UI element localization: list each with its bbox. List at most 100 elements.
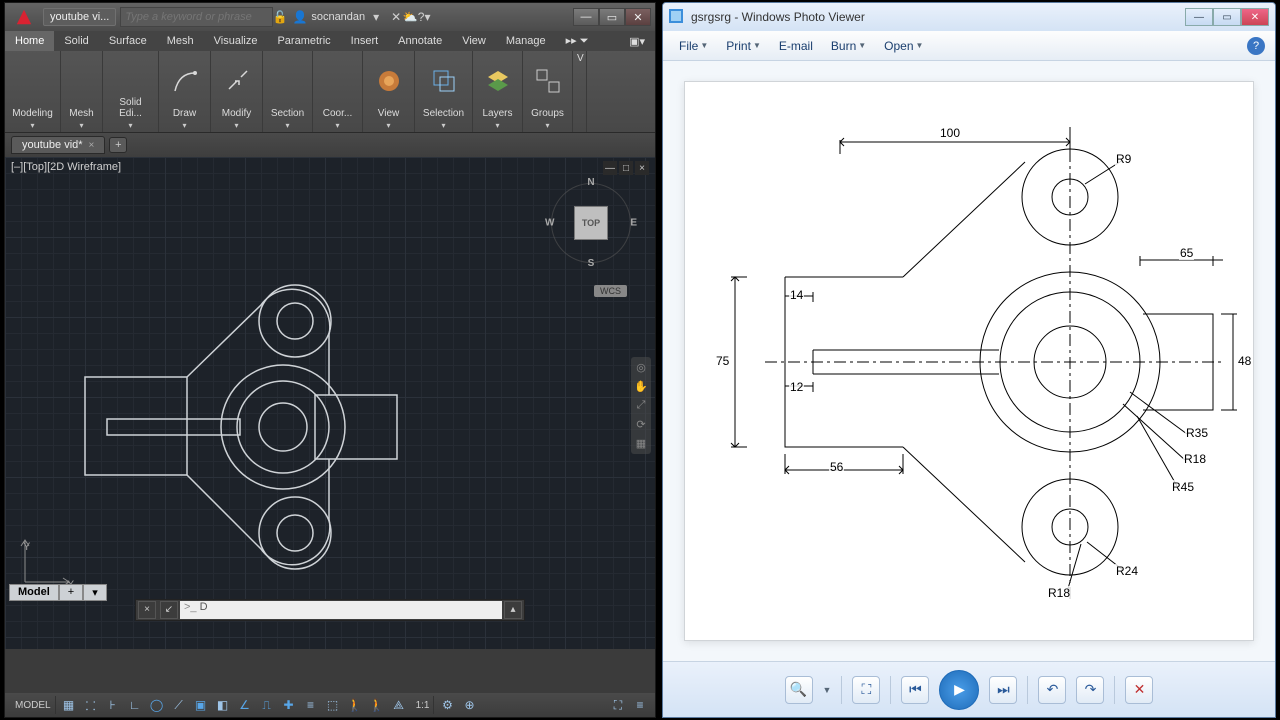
pv-maximize-button[interactable]: ▭ [1213, 8, 1241, 26]
search-icon[interactable]: 🔓 [273, 10, 287, 24]
sb-clean-icon[interactable]: ⛶ [609, 696, 627, 714]
sb-lwt-icon[interactable]: ≡ [302, 696, 320, 714]
pv-menu-print[interactable]: Print▼ [720, 37, 767, 55]
tab-surface[interactable]: Surface [99, 31, 157, 51]
cmd-close-icon[interactable]: × [138, 601, 156, 619]
document-tab[interactable]: youtube vid* × [11, 136, 105, 154]
maximize-button[interactable]: ▭ [599, 8, 625, 26]
minimize-button[interactable]: — [573, 8, 599, 26]
pv-next-button[interactable]: ⏭ [989, 676, 1017, 704]
close-button[interactable]: ✕ [625, 8, 651, 26]
exchange-icon[interactable]: ✕ [389, 10, 403, 24]
sb-tpy-icon[interactable]: ⬚ [324, 696, 342, 714]
tab-solid[interactable]: Solid [54, 31, 98, 51]
nav-pan-icon[interactable]: ✋ [634, 380, 648, 393]
command-line[interactable]: × ↙ >_ D ▴ [135, 599, 525, 621]
viewcube-south[interactable]: S [588, 258, 595, 269]
ribbon-collapse-button[interactable]: ▣▾ [619, 31, 655, 51]
panel-modeling[interactable]: Modeling▾ [5, 51, 61, 132]
vp-minimize-icon[interactable]: — [603, 161, 617, 175]
sb-3dosnap-icon[interactable]: ◧ [214, 696, 232, 714]
sb-iso-icon[interactable]: ⟋ [170, 696, 188, 714]
pv-prev-button[interactable]: ⏮ [901, 676, 929, 704]
viewcube-top-face[interactable]: TOP [574, 206, 608, 240]
autocad-logo-icon[interactable] [13, 6, 35, 28]
sb-polar-icon[interactable]: ◯ [148, 696, 166, 714]
panel-modify[interactable]: Modify▾ [211, 51, 263, 132]
viewcube-west[interactable]: W [545, 218, 554, 229]
viewcube-east[interactable]: E [630, 218, 637, 229]
layout-tab-model[interactable]: Model [9, 584, 59, 601]
viewport-label[interactable]: [–][Top][2D Wireframe] [11, 161, 121, 173]
pv-menu-file[interactable]: File▼ [673, 37, 714, 55]
sb-grid-icon[interactable]: ▦ [60, 696, 78, 714]
viewcube[interactable]: N S E W TOP [545, 177, 637, 269]
command-input[interactable]: >_ D [180, 601, 502, 619]
sb-model[interactable]: MODEL [11, 696, 56, 714]
vp-close-icon[interactable]: × [635, 161, 649, 175]
signed-in-user[interactable]: 👤 socnandan ▾ [293, 10, 383, 24]
sb-gear-icon[interactable]: ⚙ [438, 696, 456, 714]
panel-view[interactable]: View▾ [363, 51, 415, 132]
tab-manage[interactable]: Manage [496, 31, 556, 51]
a360-icon[interactable]: ⛅ [403, 10, 417, 24]
cmd-dropdown-icon[interactable]: ▴ [504, 601, 522, 619]
panel-coordinates[interactable]: Coor...▾ [313, 51, 363, 132]
tab-insert[interactable]: Insert [341, 31, 389, 51]
panel-mesh[interactable]: Mesh▾ [61, 51, 103, 132]
pv-rotate-cw-button[interactable]: ↷ [1076, 676, 1104, 704]
panel-groups[interactable]: Groups▾ [523, 51, 573, 132]
sb-walk2-icon[interactable]: 🚶 [368, 696, 386, 714]
panel-selection[interactable]: Selection▾ [415, 51, 473, 132]
sb-walk-icon[interactable]: 🚶 [346, 696, 364, 714]
pv-menu-burn[interactable]: Burn▼ [825, 37, 872, 55]
pv-slideshow-button[interactable]: ▶ [939, 670, 979, 710]
sb-switch-icon[interactable]: ⊕ [460, 696, 478, 714]
sb-infer-icon[interactable]: ⊦ [104, 696, 122, 714]
nav-wheel-icon[interactable]: ◎ [636, 361, 646, 374]
sb-dyn-icon[interactable]: ✚ [280, 696, 298, 714]
pv-fit-button[interactable]: ⛶ [852, 676, 880, 704]
sb-scale[interactable]: 1:1 [412, 696, 435, 714]
panel-draw[interactable]: Draw▾ [159, 51, 211, 132]
viewcube-north[interactable]: N [587, 177, 594, 188]
pv-delete-button[interactable]: ✕ [1125, 676, 1153, 704]
pv-close-button[interactable]: ✕ [1241, 8, 1269, 26]
layout-tab-add[interactable]: + [59, 584, 83, 601]
help-search-input[interactable] [120, 7, 273, 27]
pv-help-button[interactable]: ? [1247, 37, 1265, 55]
tab-view[interactable]: View [452, 31, 496, 51]
tab-overflow[interactable]: ▸▸ ⏷ [556, 31, 599, 51]
sb-otrack-icon[interactable]: ∠ [236, 696, 254, 714]
vp-restore-icon[interactable]: □ [619, 161, 633, 175]
sb-snap-icon[interactable]: ⸬ [82, 696, 100, 714]
pv-zoom-button[interactable]: 🔍 [785, 676, 813, 704]
pv-menu-open[interactable]: Open▼ [878, 37, 929, 55]
panel-solid-editing[interactable]: Solid Edi...▾ [103, 51, 159, 132]
layout-tab-menu[interactable]: ▾ [83, 584, 107, 601]
sb-anno-icon[interactable]: ⟁ [390, 696, 408, 714]
tab-annotate[interactable]: Annotate [388, 31, 452, 51]
panel-layers[interactable]: Layers▾ [473, 51, 523, 132]
nav-zoom-icon[interactable]: ⤢ [637, 399, 646, 412]
tab-parametric[interactable]: Parametric [267, 31, 340, 51]
pv-rotate-ccw-button[interactable]: ↶ [1038, 676, 1066, 704]
pv-minimize-button[interactable]: — [1185, 8, 1213, 26]
viewport[interactable]: [–][Top][2D Wireframe] — □ × N S E W TOP… [5, 157, 655, 649]
cmd-recent-icon[interactable]: ↙ [160, 601, 178, 619]
sb-osnap-icon[interactable]: ▣ [192, 696, 210, 714]
help-dropdown-icon[interactable]: ?▾ [417, 10, 431, 24]
tab-visualize[interactable]: Visualize [204, 31, 268, 51]
panel-overflow[interactable]: V [573, 51, 587, 132]
document-tab-close-icon[interactable]: × [89, 140, 95, 151]
pv-menu-email[interactable]: E-mail [773, 37, 819, 55]
nav-showmotion-icon[interactable]: ▦ [636, 437, 646, 450]
sb-custom-icon[interactable]: ≡ [631, 696, 649, 714]
pv-image-area[interactable]: 100 R9 65 75 14 12 56 48 R35 R18 R45 R24… [663, 61, 1275, 661]
recent-docs-tab[interactable]: youtube vi... [43, 8, 116, 26]
sb-ortho-icon[interactable]: ∟ [126, 696, 144, 714]
wcs-badge[interactable]: WCS [594, 285, 627, 297]
nav-orbit-icon[interactable]: ⟳ [636, 418, 645, 431]
tab-home[interactable]: Home [5, 31, 54, 51]
new-document-button[interactable]: + [109, 137, 127, 153]
